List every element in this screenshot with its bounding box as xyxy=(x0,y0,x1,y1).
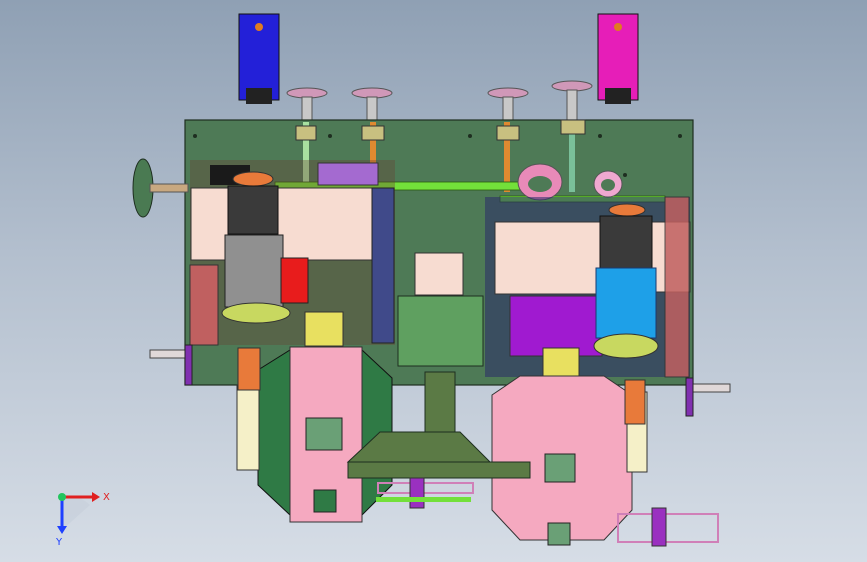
handwheel-top-1 xyxy=(286,87,328,123)
x-axis-arrowhead xyxy=(92,492,100,502)
lower-right-housing xyxy=(491,375,648,546)
handwheel-top-4 xyxy=(551,80,593,123)
left-station xyxy=(189,160,395,346)
slide-block-center xyxy=(409,477,425,509)
side-handwheel xyxy=(132,158,189,218)
green-rail-bottom xyxy=(376,497,471,502)
left-side-handle xyxy=(149,344,193,386)
y-axis-arrowhead xyxy=(57,526,67,534)
right-side-handle xyxy=(685,377,731,417)
spindle-collar-1 xyxy=(295,125,317,141)
spindle-collar-3 xyxy=(496,125,520,141)
coupling-ring-1 xyxy=(517,163,563,201)
coordinate-triad: X Y xyxy=(55,492,110,548)
magenta-gearbox xyxy=(597,13,639,104)
center-window xyxy=(414,252,464,296)
center-block xyxy=(397,295,484,367)
clamp-bracket-right xyxy=(542,347,580,379)
slide-rail-right xyxy=(617,513,719,543)
handwheel-top-3 xyxy=(487,87,529,123)
handwheel-top-2 xyxy=(351,87,393,123)
slide-block-right xyxy=(651,507,667,547)
blue-gearbox xyxy=(238,13,280,104)
coupling-ring-2 xyxy=(593,170,623,198)
right-station xyxy=(485,196,691,378)
right-motor xyxy=(593,203,659,359)
y-axis-label: Y xyxy=(55,537,63,548)
x-axis-label: X xyxy=(103,492,110,503)
z-axis-marker xyxy=(58,493,66,501)
lower-left-housing xyxy=(236,346,393,523)
spindle-collar-4 xyxy=(560,119,586,135)
cad-viewport[interactable]: X Y xyxy=(0,0,867,562)
spindle-collar-2 xyxy=(361,125,385,141)
clamp-bracket-left xyxy=(304,311,344,347)
